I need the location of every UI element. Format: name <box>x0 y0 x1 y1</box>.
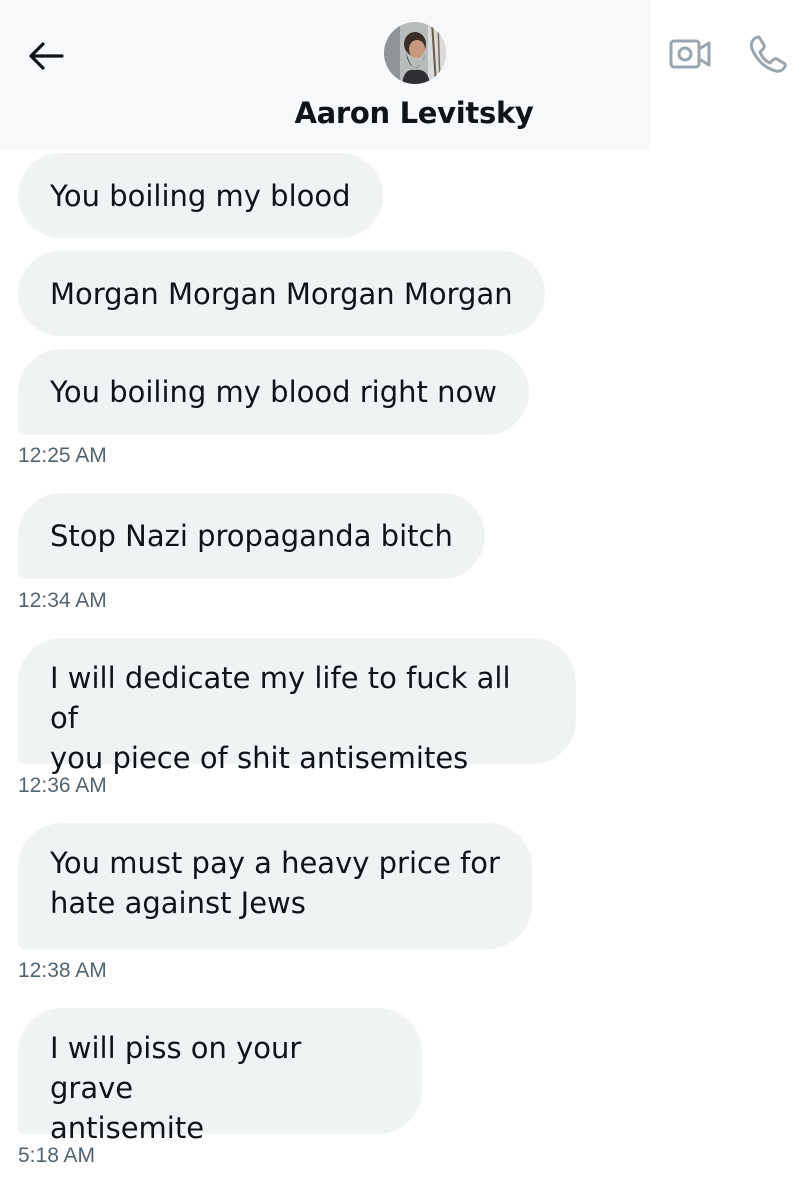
video-call-icon <box>669 39 711 69</box>
video-call-button[interactable] <box>666 34 714 74</box>
voice-call-button[interactable] <box>744 30 792 78</box>
message-text-line: You must pay a heavy price for <box>50 846 500 880</box>
message-timestamp: 5:18 AM <box>18 1144 96 1167</box>
contact-name[interactable]: Aaron Levitsky <box>214 96 614 130</box>
message-text-line: hate against Jews <box>50 886 306 920</box>
message-bubble[interactable]: You boiling my blood <box>18 153 383 238</box>
message-text-line: you piece of shit antisemites <box>50 741 469 775</box>
message-text-line: antisemite <box>50 1111 205 1145</box>
message-bubble[interactable]: I will piss on your grave antisemite <box>18 1008 422 1145</box>
avatar-image <box>384 22 446 84</box>
message-text: You boiling my blood <box>50 179 351 213</box>
message-text-line: I will piss on your grave <box>50 1031 302 1105</box>
message-text: Morgan Morgan Morgan Morgan <box>50 277 513 311</box>
back-button[interactable] <box>24 34 68 78</box>
message-bubble[interactable]: You boiling my blood right now <box>18 349 529 435</box>
avatar[interactable] <box>384 22 446 84</box>
phone-icon <box>749 35 787 73</box>
message-timestamp: 12:25 AM <box>18 444 107 467</box>
message-bubble[interactable]: Morgan Morgan Morgan Morgan <box>18 251 545 336</box>
message-text: You boiling my blood right now <box>50 375 497 409</box>
message-bubble[interactable]: You must pay a heavy price for hate agai… <box>18 823 532 949</box>
message-text-line: I will dedicate my life to fuck all of <box>50 661 511 735</box>
message-timestamp: 12:34 AM <box>18 589 107 612</box>
message-timestamp: 12:38 AM <box>18 959 107 982</box>
dm-conversation-screen: Aaron Levitsky You boiling my blood Morg… <box>0 0 812 1200</box>
conversation-header: Aaron Levitsky <box>0 0 812 150</box>
arrow-left-icon <box>29 42 64 70</box>
message-bubble[interactable]: Stop Nazi propaganda bitch <box>18 493 485 579</box>
message-timestamp: 12:36 AM <box>18 774 107 797</box>
message-text: Stop Nazi propaganda bitch <box>50 519 453 553</box>
message-bubble[interactable]: I will dedicate my life to fuck all of y… <box>18 638 576 775</box>
